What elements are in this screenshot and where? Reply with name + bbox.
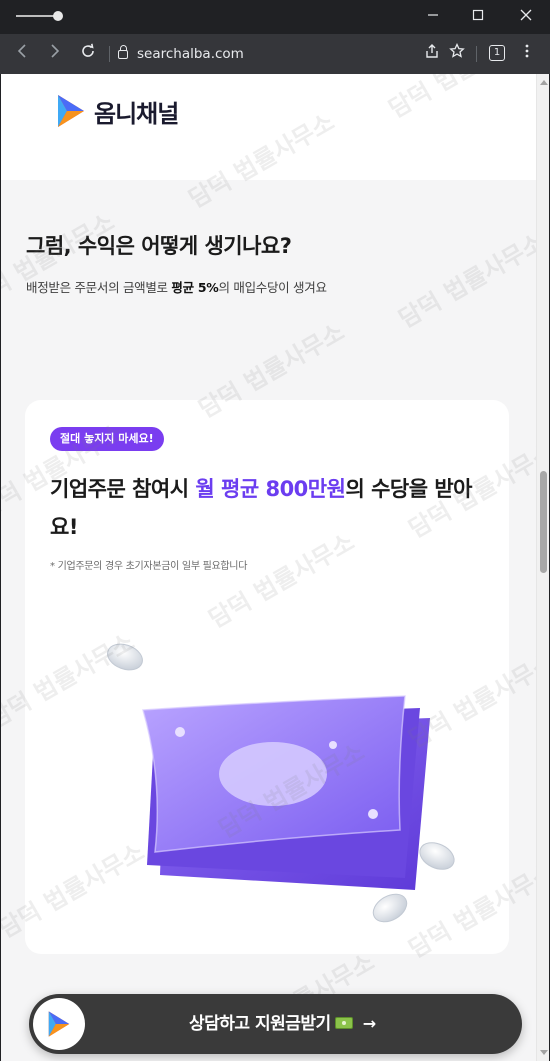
reload-icon[interactable] xyxy=(76,42,100,66)
scroll-thumb[interactable] xyxy=(540,471,547,573)
window-slider-knob[interactable] xyxy=(53,11,63,21)
share-icon[interactable] xyxy=(420,42,444,66)
money-icon xyxy=(334,1017,353,1029)
cta-label: 상담하고 지원금받기 → xyxy=(189,994,376,1054)
url-field[interactable]: searchalba.com xyxy=(118,42,244,66)
scroll-down-icon[interactable] xyxy=(540,1050,548,1055)
revenue-section: 그럼, 수익은 어떻게 생기나요? 배정받은 주문서의 금액별로 평균 5%의 … xyxy=(1,180,536,1061)
tab-count-icon[interactable]: 1 xyxy=(489,45,505,61)
section-title: 그럼, 수익은 어떻게 생기나요? xyxy=(26,234,292,258)
page-viewport[interactable]: 옴니채널 그럼, 수익은 어떻게 생기나요? 배정받은 주문서의 금액별로 평균… xyxy=(1,74,536,1061)
lock-icon xyxy=(118,45,128,59)
card-headline: 기업주문 참여시 월 평균 800만원의 수당을 받아요! xyxy=(50,477,472,539)
menu-icon[interactable] xyxy=(515,42,539,66)
site-logo[interactable]: 옴니채널 xyxy=(54,90,179,132)
badge: 절대 놓지지 마세요! xyxy=(50,427,164,451)
back-icon[interactable] xyxy=(11,42,35,66)
card-note: * 기업주문의 경우 초기자본금이 일부 필요합니다 xyxy=(50,561,248,572)
headline-highlight: 월 평균 800만원 xyxy=(195,477,346,501)
logo-play-icon xyxy=(58,95,84,127)
forward-icon[interactable] xyxy=(42,42,66,66)
close-icon[interactable] xyxy=(514,6,538,28)
divider xyxy=(109,46,110,62)
arrow-right-icon: → xyxy=(362,1014,376,1033)
logo-text: 옴니채널 xyxy=(94,99,179,128)
minimize-icon[interactable] xyxy=(421,6,445,28)
star-icon[interactable] xyxy=(445,42,469,66)
consult-cta-button[interactable]: 상담하고 지원금받기 → xyxy=(29,994,522,1054)
url-text: searchalba.com xyxy=(137,46,244,62)
address-bar-row: searchalba.com 1 xyxy=(0,34,550,74)
watermark-text: 담덕 법률사무소 xyxy=(381,74,536,124)
browser-window: searchalba.com 1 옴니채널 그럼, 수익은 어떻게 생기나요? … xyxy=(0,0,550,1061)
subtitle-highlight: 평균 5% xyxy=(171,280,219,295)
section-subtitle: 배정받은 주문서의 금액별로 평균 5%의 매입수당이 생겨요 xyxy=(26,280,327,295)
title-bar xyxy=(0,0,550,34)
maximize-icon[interactable] xyxy=(466,6,490,28)
divider xyxy=(476,46,477,62)
earnings-card: 절대 놓지지 마세요! 기업주문 참여시 월 평균 800만원의 수당을 받아요… xyxy=(25,400,509,954)
scroll-up-icon[interactable] xyxy=(540,80,548,85)
money-illustration xyxy=(107,643,455,923)
cta-logo-icon xyxy=(33,998,85,1050)
scrollbar[interactable] xyxy=(536,74,549,1061)
